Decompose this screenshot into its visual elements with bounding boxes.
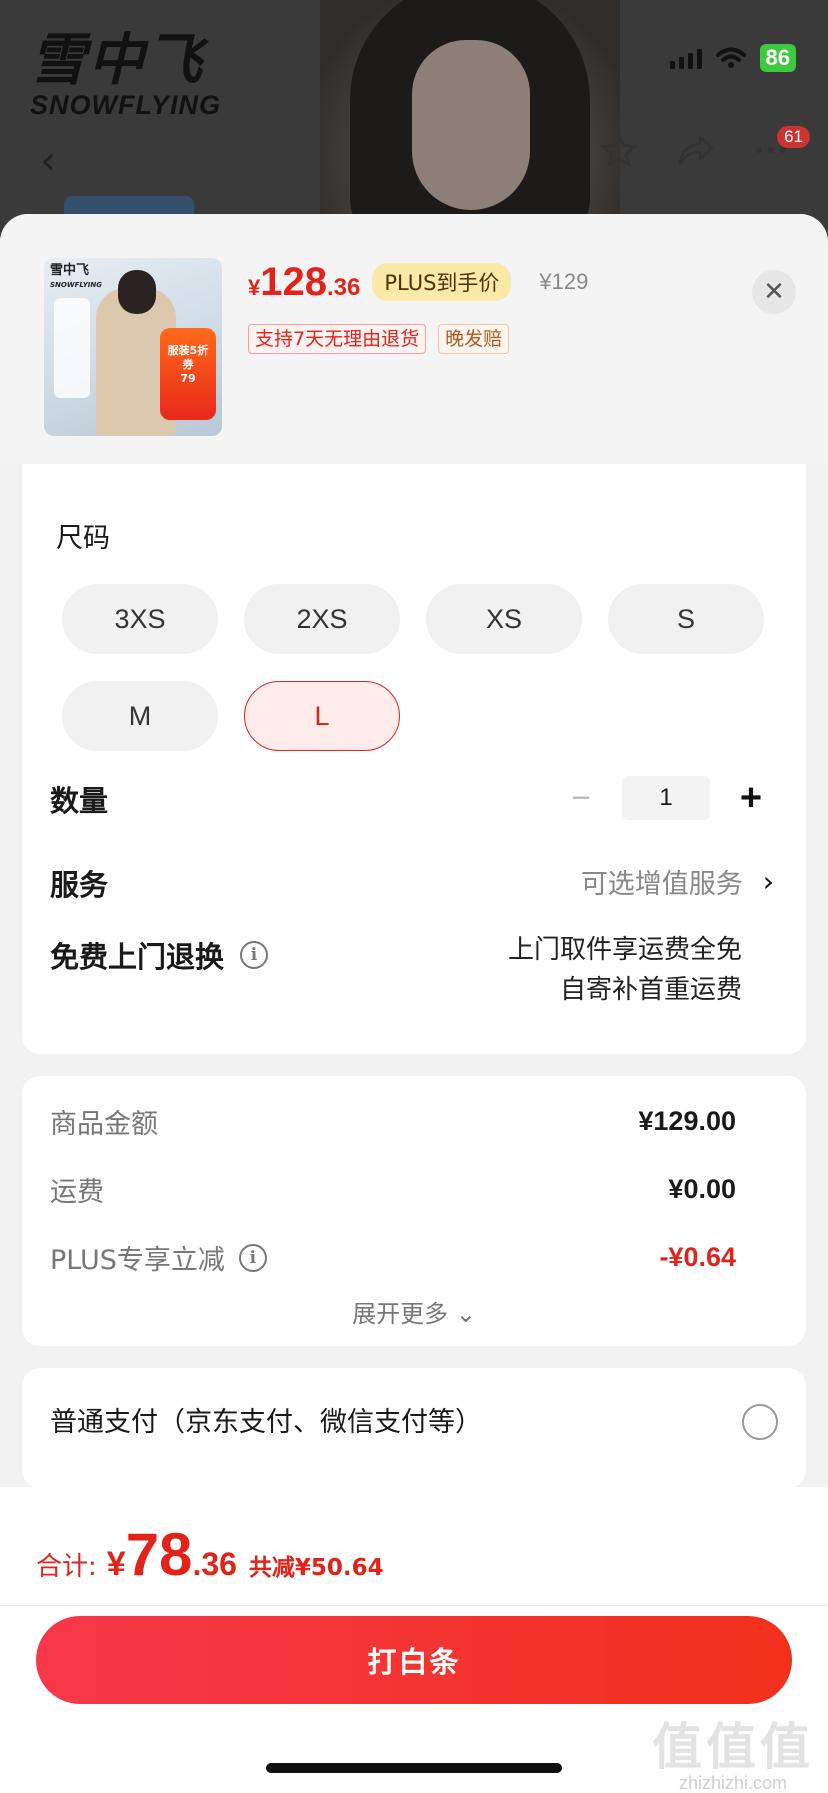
info-icon[interactable]: i — [238, 1243, 267, 1272]
close-button[interactable]: ✕ — [752, 270, 796, 314]
plus-discount-row: PLUS专享立减 i -¥0.64 — [50, 1238, 736, 1277]
late-delivery-tag: 晚发赔 — [438, 324, 510, 354]
payment-option-label: 普通支付（京东支付、微信支付等） — [50, 1407, 482, 1438]
total-integer: 78 — [125, 1521, 193, 1588]
watermark-cn: 值值值 — [652, 1718, 814, 1776]
price-decimal: .36 — [327, 274, 361, 301]
size-option-m[interactable]: M — [62, 681, 218, 751]
info-icon[interactable]: i — [240, 941, 269, 969]
total-symbol: ¥ — [106, 1545, 126, 1583]
goods-amount-row: 商品金额 ¥129.00 — [50, 1102, 736, 1141]
fee-summary-card: 商品金额 ¥129.00 运费 ¥0.00 PLUS专享立减 i -¥0.64 … — [22, 1076, 806, 1346]
chevron-right-icon: › — [762, 865, 774, 898]
battery-indicator: 86 — [759, 44, 796, 72]
payment-method-card[interactable]: 普通支付（京东支付、微信支付等） — [22, 1368, 806, 1488]
plus-price-tag: PLUS到手价 — [372, 263, 512, 301]
price-integer: 128 — [260, 260, 327, 304]
brand-logo-cn: 雪中飞 — [30, 27, 204, 93]
service-tags: 支持7天无理由退货 晚发赔 — [248, 324, 510, 354]
close-icon: ✕ — [763, 277, 785, 307]
plus-discount-label-group: PLUS专享立减 i — [50, 1238, 267, 1277]
message-count-badge: 61 — [777, 126, 810, 148]
payment-option-radio[interactable] — [742, 1404, 778, 1440]
options-card: 尺码 3XS 2XS XS S M L 数量 − 1 + 服务 可选增值服务 ›… — [22, 464, 806, 1054]
size-option-xs[interactable]: XS — [426, 584, 582, 654]
thumbnail-promo-text: 服装5折券 79 — [167, 344, 209, 385]
goods-amount-value: ¥129.00 — [638, 1106, 736, 1136]
total-label: 合计: — [36, 1552, 97, 1582]
chevron-down-icon: ⌄ — [455, 1300, 476, 1328]
free-return-line-1: 上门取件享运费全免 — [507, 935, 742, 965]
back-arrow-icon[interactable]: ‹ — [40, 138, 56, 184]
quantity-decrease-button[interactable]: − — [566, 779, 596, 818]
service-label: 服务 — [50, 868, 109, 902]
price-line: ¥ 128 .36 PLUS到手价 ¥129 — [248, 260, 588, 304]
sheet-header: 雪中飞 SNOWFLYING 服装5折券 79 ¥ 128 .36 PLUS到手… — [0, 214, 828, 464]
expand-more-button[interactable]: 展开更多 ⌄ — [22, 1294, 806, 1329]
quantity-label: 数量 — [50, 784, 109, 818]
goods-amount-label: 商品金额 — [50, 1109, 158, 1140]
value-added-service-link[interactable]: 可选增值服务 › — [581, 862, 774, 901]
status-bar: 86 — [669, 44, 796, 72]
total-line: 合计: ¥ 78 .36 共减¥50.64 — [36, 1525, 384, 1585]
brand-logo-en: SNOWFLYING — [30, 90, 221, 120]
total-decimal: .36 — [192, 1546, 237, 1582]
shipping-value: ¥0.00 — [668, 1174, 736, 1204]
free-return-row: 免费上门退换 i — [50, 934, 269, 976]
shipping-row: 运费 ¥0.00 — [50, 1170, 736, 1209]
quantity-input[interactable]: 1 — [622, 776, 710, 820]
nav-actions — [600, 132, 788, 168]
brand-logo: 雪中飞 SNOWFLYING — [30, 28, 221, 121]
shipping-label: 运费 — [50, 1177, 104, 1208]
size-option-l[interactable]: L — [244, 681, 400, 751]
free-return-line-2: 自寄补首重运费 — [559, 975, 742, 1005]
baitiao-pay-button[interactable]: 打白条 — [36, 1616, 792, 1704]
value-added-service-hint: 可选增值服务 — [580, 869, 743, 900]
original-price: ¥129 — [539, 269, 589, 294]
star-icon[interactable] — [600, 132, 638, 168]
size-option-s[interactable]: S — [608, 584, 764, 654]
return-policy-tag: 支持7天无理由退货 — [248, 324, 427, 354]
wifi-icon — [715, 47, 746, 68]
expand-more-label: 展开更多 — [352, 1300, 449, 1328]
size-title: 尺码 — [56, 523, 110, 554]
size-option-2xs[interactable]: 2XS — [244, 584, 400, 654]
size-option-3xs[interactable]: 3XS — [62, 584, 218, 654]
plus-discount-label: PLUS专享立减 — [50, 1245, 225, 1276]
watermark: 值值值 zhizhizhi.com — [652, 1707, 814, 1793]
quantity-stepper: − 1 + — [566, 776, 766, 820]
thumbnail-logo: 雪中飞 SNOWFLYING — [50, 263, 103, 290]
home-indicator — [266, 1763, 562, 1773]
product-thumbnail[interactable]: 雪中飞 SNOWFLYING 服装5折券 79 — [44, 258, 222, 436]
quantity-increase-button[interactable]: + — [736, 777, 766, 820]
plus-discount-value: -¥0.64 — [659, 1242, 736, 1272]
footer-divider — [0, 1605, 828, 1606]
share-icon[interactable] — [676, 133, 716, 167]
free-return-label: 免费上门退换 — [50, 940, 225, 974]
checkout-footer: 合计: ¥ 78 .36 共减¥50.64 打白条 值值值 zhizhizhi.… — [0, 1487, 828, 1793]
price-symbol: ¥ — [248, 275, 261, 300]
total-savings: 共减¥50.64 — [248, 1555, 384, 1581]
cellular-signal-icon — [669, 47, 702, 69]
free-return-description: 上门取件享运费全免 自寄补首重运费 — [508, 930, 742, 1010]
